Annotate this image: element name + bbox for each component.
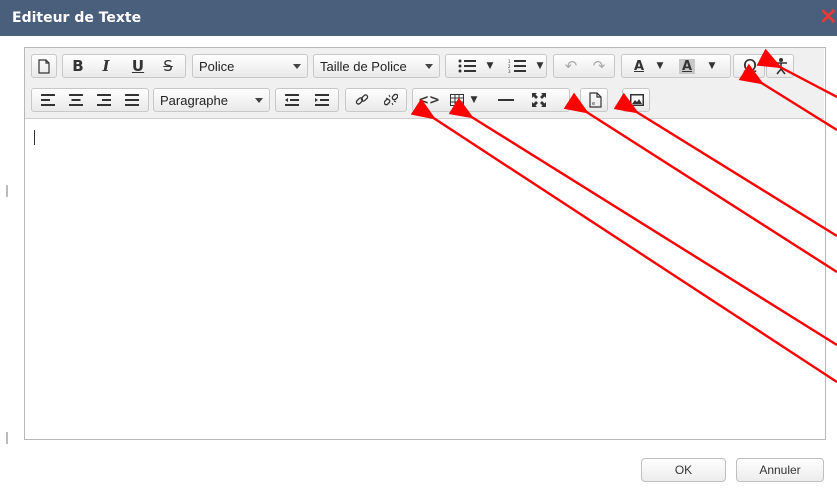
annotation-arrow bbox=[756, 48, 837, 99]
annotation-arrow bbox=[738, 63, 837, 132]
annotation-arrow bbox=[410, 98, 837, 384]
annotation-arrow bbox=[448, 97, 837, 347]
annotation-arrow bbox=[563, 92, 837, 274]
annotation-arrows bbox=[410, 48, 837, 384]
annotation-arrow bbox=[613, 92, 837, 238]
